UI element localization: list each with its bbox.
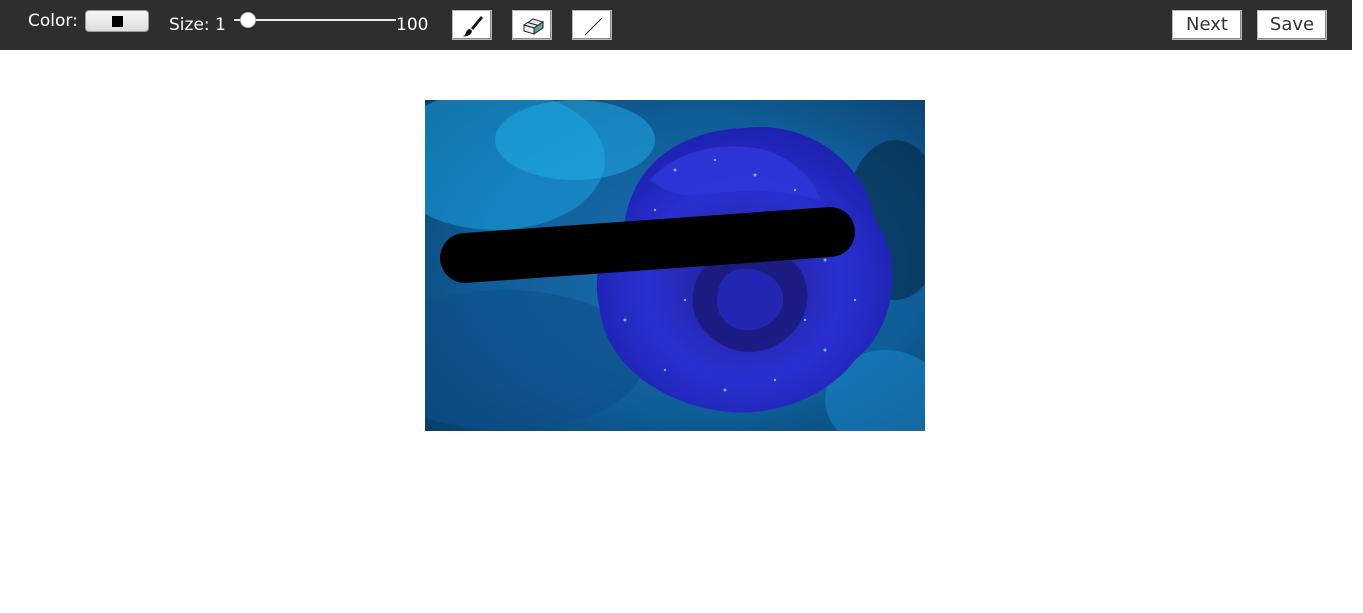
save-button[interactable]: Save (1257, 10, 1327, 40)
size-slider-track (234, 19, 396, 21)
size-slider[interactable] (234, 10, 396, 30)
blue-rose-image (365, 90, 945, 450)
color-swatch (112, 16, 123, 27)
next-button[interactable]: Next (1172, 10, 1242, 40)
eraser-tool-button[interactable] (512, 10, 552, 40)
drawing-toolbar: Color: Size: 1 100 Next Save (0, 0, 1352, 50)
color-picker-button[interactable] (85, 10, 149, 32)
size-max-label: 100 (396, 15, 429, 35)
line-tool-button[interactable] (572, 10, 612, 40)
size-slider-thumb[interactable] (240, 12, 256, 28)
line-icon (584, 17, 603, 36)
paintbrush-icon (462, 16, 483, 37)
size-label: Size: 1 (169, 15, 226, 35)
eraser-icon (522, 18, 545, 35)
drawn-stroke (440, 207, 855, 283)
drawing-canvas[interactable] (365, 90, 945, 450)
brush-tool-button[interactable] (452, 10, 492, 40)
color-label: Color: (28, 11, 78, 31)
